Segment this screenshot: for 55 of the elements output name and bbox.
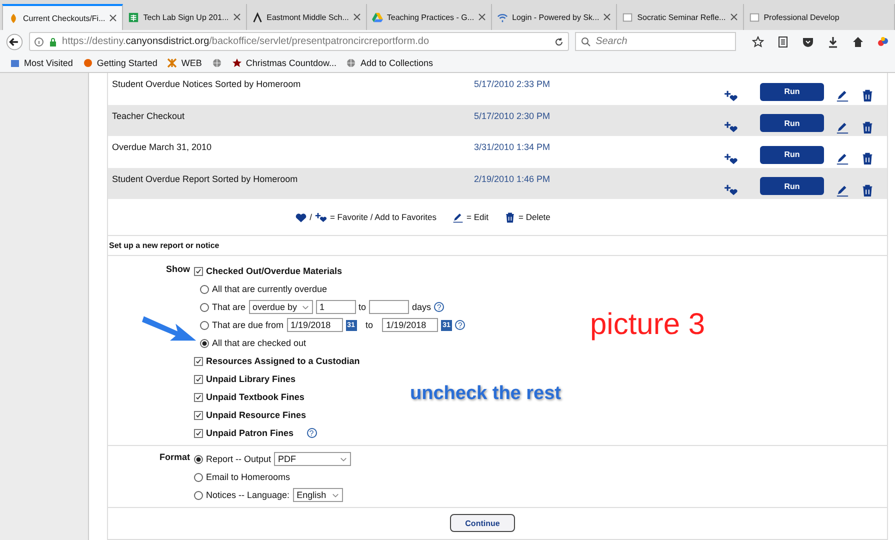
annotation-caption: picture 3 <box>590 308 706 342</box>
legend-text: = Edit <box>466 212 488 222</box>
dropdown[interactable]: PDF <box>274 452 352 466</box>
legend-text: = Favorite / Add to Favorites <box>330 212 437 222</box>
date-field[interactable]: 1/19/2018 <box>382 318 438 332</box>
checkbox-label: Unpaid Resource Fines <box>206 410 306 420</box>
radio-label: Notices -- Language: <box>206 490 290 500</box>
radio-label: Report -- Output <box>206 454 272 464</box>
continue-button[interactable]: Continue <box>450 514 515 532</box>
help-button[interactable]: ? <box>306 428 317 438</box>
report-date: 2/19/2010 1:46 PM <box>474 174 552 184</box>
radio-label: Email to Homerooms <box>206 472 290 482</box>
report-date: 5/17/2010 2:33 PM <box>474 79 552 89</box>
run-button[interactable]: Run <box>760 177 824 195</box>
checkbox-label: Unpaid Patron Fines <box>206 428 294 438</box>
bookmark-link[interactable]: Christmas Countdow... <box>246 58 336 68</box>
bookmark-link[interactable]: Getting Started <box>96 58 158 68</box>
to-label: to <box>358 302 366 312</box>
format-label: Format <box>159 452 190 462</box>
radio-label: All that are checked out <box>212 338 306 348</box>
unit-label: days <box>412 302 432 312</box>
help-button[interactable]: ? <box>455 320 466 330</box>
checkbox-label: Checked Out/Overdue Materials <box>206 266 342 276</box>
radio-label: That are <box>212 302 246 312</box>
legend-text: = Delete <box>518 212 550 222</box>
radio-label: That are due from <box>212 320 284 330</box>
bookmark-link[interactable]: Most Visited <box>24 58 73 68</box>
help-button[interactable]: ? <box>434 302 444 312</box>
input-field[interactable]: 1 <box>316 300 356 314</box>
dropdown[interactable]: overdue by <box>248 300 313 314</box>
to-label: to <box>366 320 374 330</box>
checkbox-label: Unpaid Textbook Fines <box>206 392 304 402</box>
run-button[interactable]: Run <box>760 114 824 132</box>
run-button[interactable]: Run <box>760 146 824 164</box>
run-button[interactable]: Run <box>760 82 824 100</box>
report-name: Student Overdue Notices Sorted by Homeroom <box>112 79 302 89</box>
radio-label: All that are currently overdue <box>212 284 328 294</box>
date-field[interactable]: 1/19/2018 <box>286 318 343 332</box>
report-date: 5/17/2010 2:30 PM <box>474 110 552 120</box>
legend-separator: / <box>310 212 312 222</box>
section-title: Set up a new report or notice <box>108 236 887 256</box>
browser-tab[interactable]: Current Checkouts/Fi... <box>2 4 124 30</box>
dropdown[interactable]: English <box>292 488 343 502</box>
checkbox-label: Resources Assigned to a Custodian <box>206 356 360 366</box>
report-date: 3/31/2010 1:34 PM <box>474 142 552 152</box>
search-field[interactable]: Search <box>574 32 736 51</box>
show-label: Show <box>166 264 190 274</box>
report-name: Overdue March 31, 2010 <box>112 142 213 152</box>
address-bar[interactable]: https://destiny.canyonsdistrict.org/backoffice/servlet/presentpatroncircreportform.do <box>29 32 569 51</box>
report-name: Teacher Checkout <box>112 110 186 120</box>
report-name: Student Overdue Report Sorted by Homeroom <box>112 174 299 184</box>
annotation-note: uncheck the rest <box>410 383 561 405</box>
checkbox-label: Unpaid Library Fines <box>206 374 296 384</box>
bookmark-link[interactable]: WEB <box>181 58 202 68</box>
bookmark-link[interactable]: Add to Collections <box>360 58 434 68</box>
